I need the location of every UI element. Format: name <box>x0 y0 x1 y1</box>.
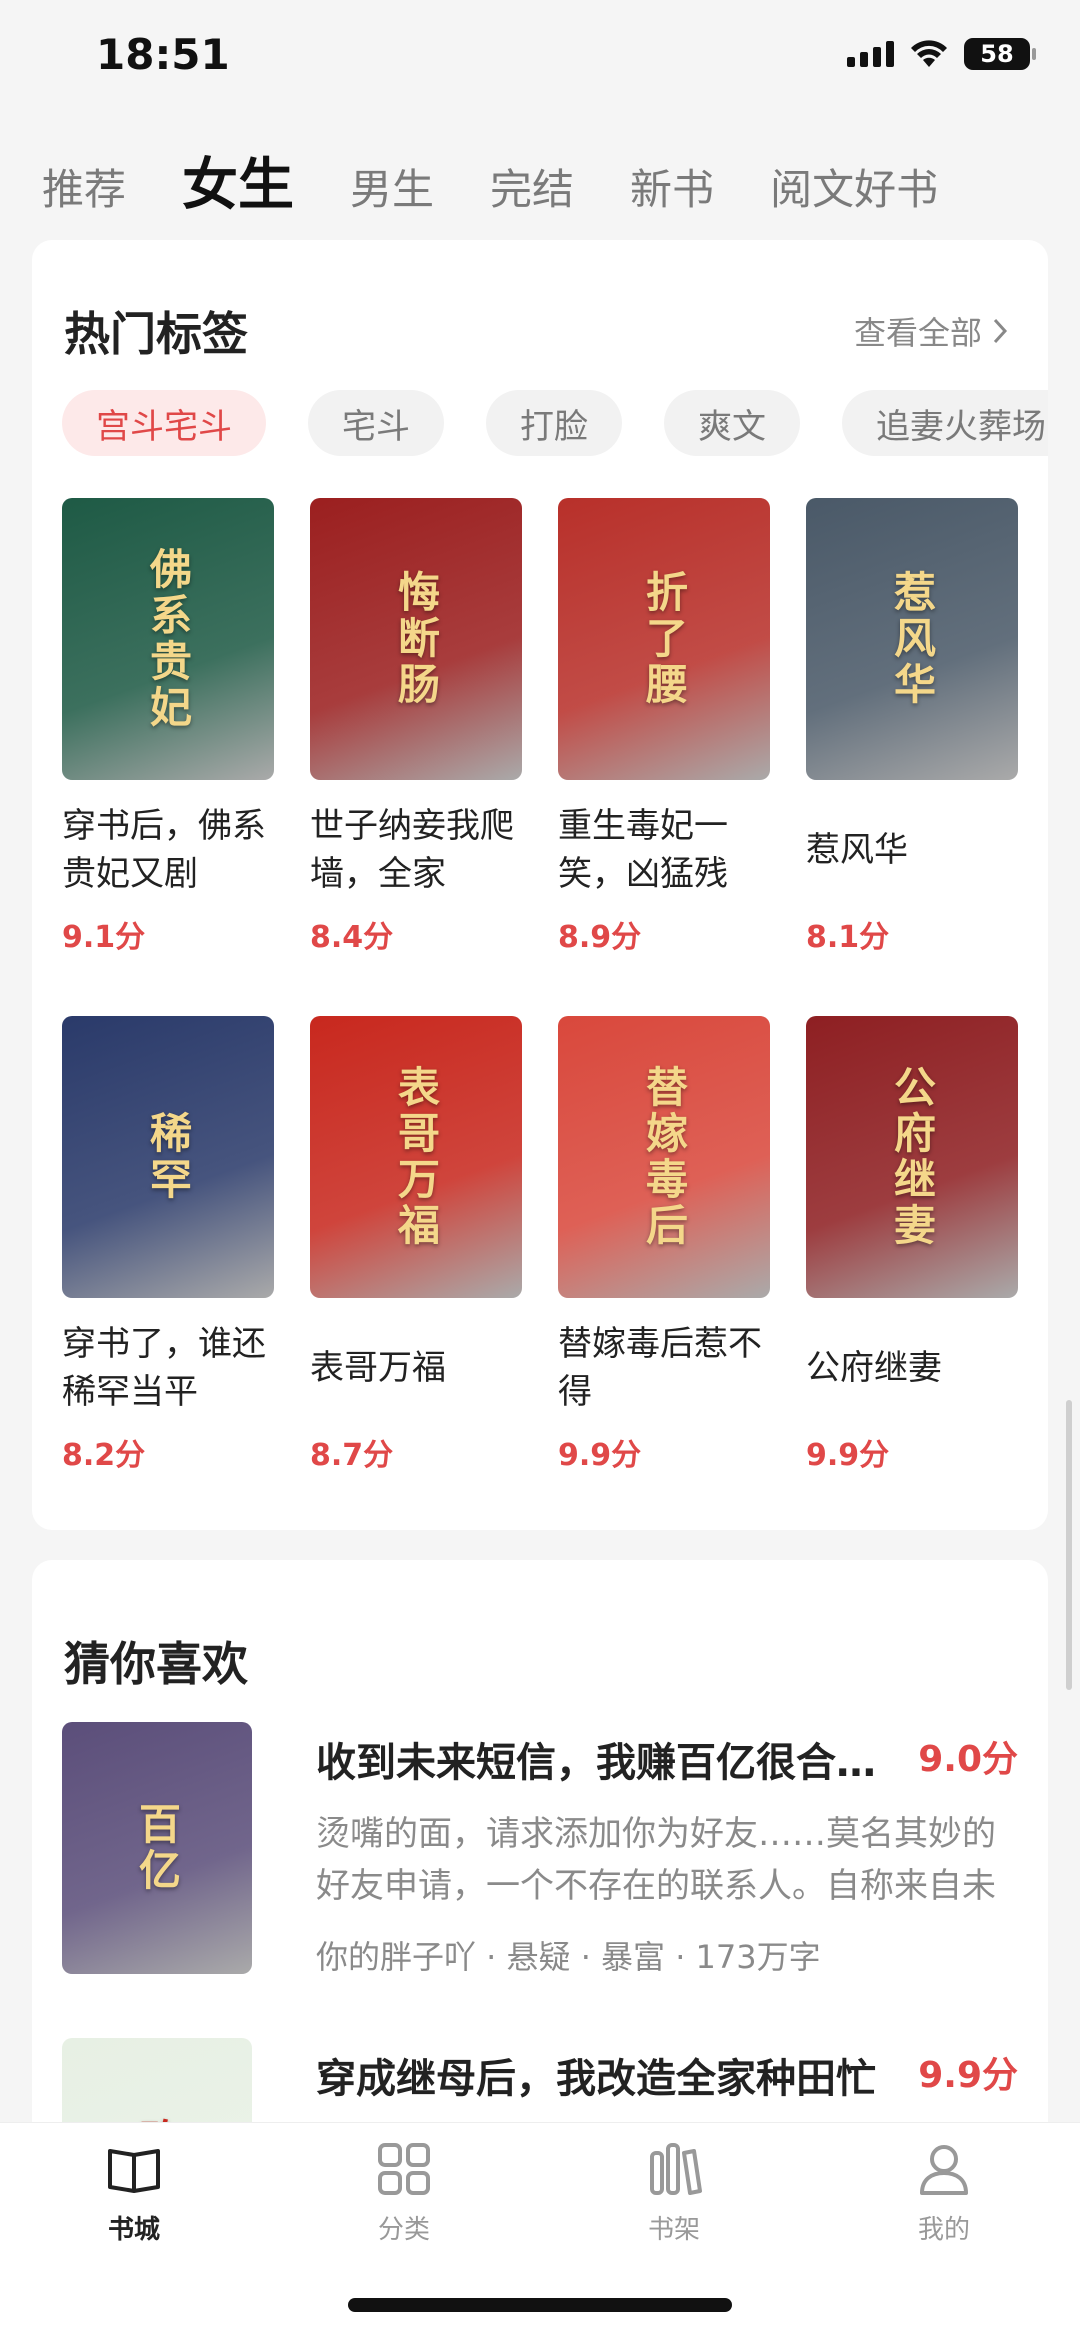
status-bar: 18:51 58 <box>0 0 1080 120</box>
grid-icon <box>378 2143 430 2195</box>
book-cover-title: 悔断肠 <box>391 570 441 708</box>
nav-label: 分类 <box>377 2215 430 2245</box>
book-score: 8.7分 <box>310 1438 394 1473</box>
nav-label: 书架 <box>647 2215 700 2245</box>
book-title: 世子纳妾我爬墙，全家 <box>310 806 514 894</box>
book-card[interactable]: 公府继妻 公府继妻 9.9分 <box>806 1016 1018 1474</box>
book-title: 收到未来短信，我赚百亿很合理吧 <box>316 1740 906 1786</box>
tab-finished[interactable]: 完结 <box>490 156 574 217</box>
book-score: 9.1分 <box>62 920 146 955</box>
tag-chip[interactable]: 打脸 <box>486 390 622 456</box>
book-score: 8.2分 <box>62 1438 146 1473</box>
tag-row: 宫斗宅斗 宅斗 打脸 爽文 追妻火葬场 <box>62 390 1048 460</box>
book-score: 8.1分 <box>806 920 890 955</box>
book-card[interactable]: 稀罕 穿书了，谁还稀罕当平 8.2分 <box>62 1016 274 1474</box>
home-indicator <box>348 2298 732 2312</box>
wifi-icon <box>911 40 947 67</box>
book-cover-title: 佛系贵妃 <box>143 547 193 731</box>
section-title-guess: 猜你喜欢 <box>64 1637 248 1691</box>
tag-chip[interactable]: 爽文 <box>664 390 800 456</box>
book-cover[interactable]: 折了腰 <box>558 498 770 780</box>
book-cover-title: 折了腰 <box>639 570 689 708</box>
book-title: 穿书了，谁还稀罕当平 <box>62 1324 266 1412</box>
book-meta: 你的胖子吖 · 悬疑 · 暴富 · 173万字 <box>316 1938 821 1976</box>
bookshelf-icon <box>650 2143 702 2195</box>
nav-profile[interactable]: 我的 <box>854 2139 1034 2246</box>
tab-yuewen-good-books[interactable]: 阅文好书 <box>770 156 938 217</box>
book-card[interactable]: 替嫁毒后 替嫁毒后惹不得 9.9分 <box>558 1016 770 1474</box>
category-tabs: 推荐 女生 男生 完结 新书 阅文好书 <box>42 140 994 221</box>
tab-female[interactable]: 女生 <box>182 140 294 221</box>
nav-category[interactable]: 分类 <box>314 2139 494 2246</box>
see-all-link[interactable]: 查看全部 <box>854 308 1008 354</box>
page: 18:51 58 推荐 女生 男生 完结 新书 阅文好书 热门标签 查看全部 宫… <box>0 0 1080 2337</box>
chevron-right-icon <box>993 318 1008 344</box>
nav-bookstore[interactable]: 书城 <box>44 2139 224 2246</box>
book-cover-title: 公府继妻 <box>887 1065 937 1249</box>
book-cover[interactable]: 公府继妻 <box>806 1016 1018 1298</box>
book-card[interactable]: 折了腰 重生毒妃一笑，凶猛残 8.9分 <box>558 498 770 956</box>
tab-male[interactable]: 男生 <box>350 156 434 217</box>
book-title: 穿书后，佛系贵妃又剧 <box>62 806 266 894</box>
see-all-label: 查看全部 <box>853 314 982 352</box>
book-title: 替嫁毒后惹不得 <box>558 1324 762 1412</box>
book-cover[interactable]: 替嫁毒后 <box>558 1016 770 1298</box>
nav-label: 我的 <box>917 2215 970 2245</box>
tab-recommend[interactable]: 推荐 <box>42 156 126 217</box>
tag-chip[interactable]: 追妻火葬场 <box>842 390 1048 456</box>
nav-bookshelf[interactable]: 书架 <box>584 2139 764 2246</box>
book-score: 9.0分 <box>918 1739 1018 1780</box>
book-score: 8.9分 <box>558 920 642 955</box>
scrollbar[interactable] <box>1066 1400 1072 1690</box>
book-cover-title: 惹风华 <box>887 570 937 708</box>
status-time: 18:51 <box>96 30 230 79</box>
book-description: 烫嘴的面，请求添加你为好友……莫名其妙的好友申请，一个不存在的联系人。自称来自未… <box>316 1814 996 1906</box>
book-score: 9.9分 <box>558 1438 642 1473</box>
book-grid: 佛系贵妃 穿书后，佛系贵妃又剧 9.1分 悔断肠 世子纳妾我爬墙，全家 8.4分… <box>62 498 1018 1474</box>
hot-tags-card: 热门标签 查看全部 宫斗宅斗 宅斗 打脸 爽文 追妻火葬场 佛系贵妃 穿书后，佛… <box>32 240 1048 1530</box>
book-cover-title: 表哥万福 <box>391 1065 441 1249</box>
cellular-signal-icon <box>847 41 894 67</box>
book-cover-title: 替嫁毒后 <box>639 1065 689 1249</box>
status-icons: 58 <box>847 38 1036 70</box>
book-card[interactable]: 佛系贵妃 穿书后，佛系贵妃又剧 9.1分 <box>62 498 274 956</box>
tab-new-books[interactable]: 新书 <box>630 156 714 217</box>
book-score: 8.4分 <box>310 920 394 955</box>
section-title-hot-tags: 热门标签 <box>64 307 248 361</box>
book-cover-title: 稀罕 <box>143 1111 193 1203</box>
book-title: 重生毒妃一笑，凶猛残 <box>558 806 728 894</box>
book-card[interactable]: 悔断肠 世子纳妾我爬墙，全家 8.4分 <box>310 498 522 956</box>
book-cover[interactable]: 悔断肠 <box>310 498 522 780</box>
book-cover[interactable]: 惹风华 <box>806 498 1018 780</box>
book-card[interactable]: 惹风华 惹风华 8.1分 <box>806 498 1018 956</box>
book-title: 表哥万福 <box>310 1348 446 1388</box>
list-item[interactable]: 百亿 收到未来短信，我赚百亿很合理吧 9.0分 烫嘴的面，请求添加你为好友……莫… <box>62 1722 1018 1982</box>
book-title: 公府继妻 <box>806 1348 942 1388</box>
book-cover[interactable]: 佛系贵妃 <box>62 498 274 780</box>
battery-icon: 58 <box>964 38 1036 70</box>
battery-level: 58 <box>980 40 1014 68</box>
book-open-icon <box>108 2149 160 2193</box>
book-cover-title: 百亿 <box>132 1802 182 1894</box>
book-title: 惹风华 <box>806 830 908 870</box>
book-cover[interactable]: 表哥万福 <box>310 1016 522 1298</box>
nav-label: 书城 <box>107 2215 160 2245</box>
user-icon <box>920 2145 968 2195</box>
tag-chip[interactable]: 宫斗宅斗 <box>62 390 266 456</box>
book-score: 9.9分 <box>806 1438 890 1473</box>
book-card[interactable]: 表哥万福 表哥万福 8.7分 <box>310 1016 522 1474</box>
book-cover[interactable]: 百亿 <box>62 1722 252 1974</box>
book-score: 9.9分 <box>918 2055 1018 2096</box>
book-cover[interactable]: 稀罕 <box>62 1016 274 1298</box>
tag-chip[interactable]: 宅斗 <box>308 390 444 456</box>
book-title: 穿成继母后，我改造全家种田忙 <box>316 2056 876 2102</box>
